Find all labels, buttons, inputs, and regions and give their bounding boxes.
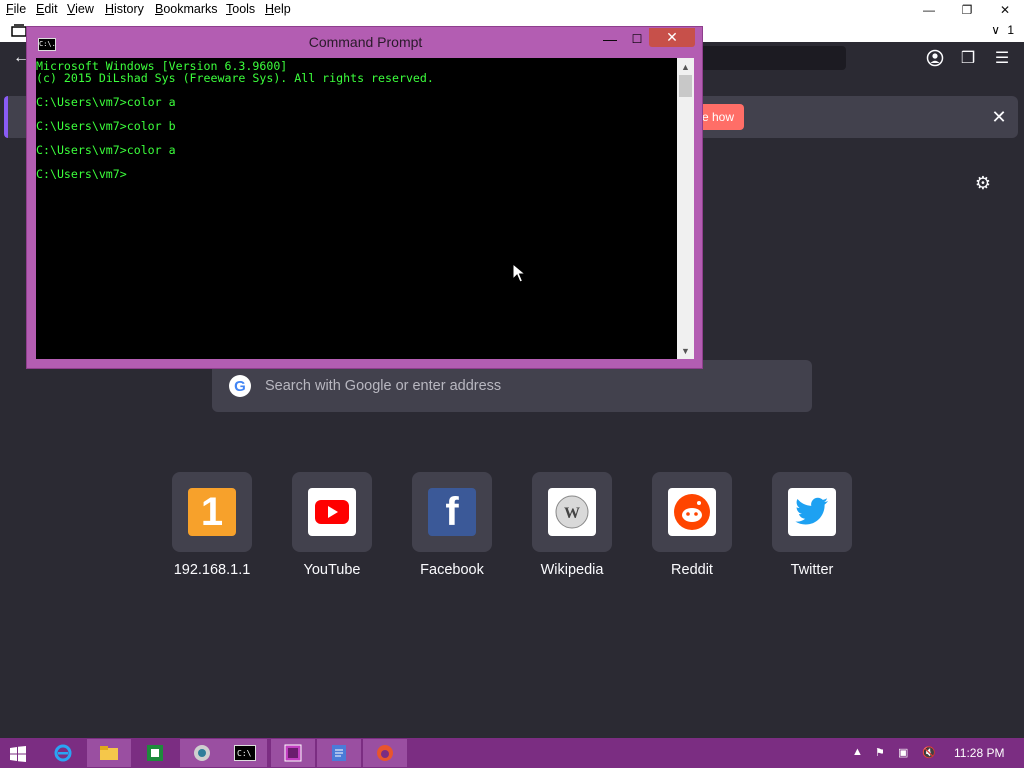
mouse-pointer-icon: [512, 263, 526, 283]
top-site-tile[interactable]: f: [412, 472, 492, 552]
scroll-up-arrow-icon[interactable]: ▲: [677, 58, 694, 75]
spreadsheet-app-icon[interactable]: [133, 739, 177, 767]
system-tool-icon[interactable]: [180, 739, 224, 767]
cmd-close-button[interactable]: ✕: [649, 28, 695, 47]
url-bar[interactable]: [700, 46, 846, 70]
cmd-minimize-button[interactable]: —: [602, 31, 618, 47]
menu-tools[interactable]: Tools: [226, 2, 255, 16]
top-site-twitter[interactable]: Twitter: [772, 472, 852, 578]
command-prompt-window[interactable]: C:\. Command Prompt — ☐ ✕ Microsoft Wind…: [26, 26, 703, 369]
top-site-label: Reddit: [671, 562, 713, 578]
menu-bookmarks[interactable]: Bookmarks: [155, 2, 218, 16]
taskbar-clock[interactable]: 11:28 PM: [954, 746, 1004, 760]
tab-count: 1: [1007, 23, 1014, 37]
menu-view[interactable]: View: [67, 2, 94, 16]
console-scrollbar[interactable]: ▲ ▼: [677, 58, 694, 359]
scroll-thumb[interactable]: [679, 75, 692, 97]
top-site-tile[interactable]: [292, 472, 372, 552]
menu-file[interactable]: File: [6, 2, 26, 16]
tab-list-icon[interactable]: [11, 24, 27, 38]
svg-text:W: W: [564, 505, 580, 522]
top-site-label: 192.168.1.1: [173, 562, 251, 578]
internet-explorer-icon[interactable]: [41, 739, 85, 767]
show-hidden-icons-icon[interactable]: ▲: [852, 746, 863, 758]
purple-app-icon[interactable]: [271, 739, 315, 767]
top-site-label: YouTube: [303, 562, 361, 578]
window-minimize-button[interactable]: —: [910, 0, 948, 20]
command-prompt-taskbar-icon[interactable]: C:\: [223, 739, 267, 767]
extensions-icon[interactable]: ❒: [957, 47, 979, 69]
top-site-192[interactable]: 1 192.168.1.1: [172, 472, 252, 578]
svg-text:C:\: C:\: [237, 749, 252, 758]
action-center-flag-icon[interactable]: ⚑: [875, 746, 885, 759]
console-output[interactable]: Microsoft Windows [Version 6.3.9600] (c)…: [36, 58, 677, 359]
top-site-youtube[interactable]: YouTube: [292, 472, 372, 578]
windows-start-icon[interactable]: [10, 746, 26, 762]
firefox-taskbar-icon[interactable]: [363, 739, 407, 767]
hamburger-menu-icon[interactable]: ☰: [991, 47, 1013, 69]
top-site-reddit[interactable]: Reddit: [652, 472, 732, 578]
twitter-bird-icon: [788, 488, 836, 536]
close-icon[interactable]: ✕: [988, 106, 1010, 128]
top-site-wikipedia[interactable]: W Wikipedia: [532, 472, 612, 578]
notification-accent: [4, 96, 8, 138]
top-site-label: Twitter: [790, 562, 834, 578]
top-site-label: Facebook: [420, 562, 484, 578]
search-placeholder: Search with Google or enter address: [265, 378, 502, 394]
window-close-button[interactable]: ✕: [986, 0, 1024, 20]
top-site-tile[interactable]: W: [532, 472, 612, 552]
network-icon[interactable]: ▣: [898, 746, 908, 759]
facebook-f-icon: f: [428, 488, 476, 536]
top-site-tile[interactable]: [772, 472, 852, 552]
notes-app-icon[interactable]: [317, 739, 361, 767]
scroll-down-arrow-icon[interactable]: ▼: [677, 342, 694, 359]
file-explorer-icon[interactable]: [87, 739, 131, 767]
google-icon: G: [229, 375, 251, 397]
account-icon[interactable]: [924, 47, 946, 69]
menu-edit[interactable]: Edit: [36, 2, 58, 16]
reddit-alien-icon: [668, 488, 716, 536]
console-text: Microsoft Windows [Version 6.3.9600] (c)…: [36, 59, 434, 181]
browser-menubar: File Edit View History Bookmarks Tools H…: [0, 0, 1024, 21]
cmd-maximize-button[interactable]: ☐: [629, 31, 645, 47]
number-one-icon: 1: [188, 488, 236, 536]
menu-help[interactable]: Help: [265, 2, 291, 16]
gear-icon[interactable]: ⚙: [972, 172, 994, 194]
window-restore-button[interactable]: ❐: [948, 0, 986, 20]
top-site-tile[interactable]: 1: [172, 472, 252, 552]
menu-history[interactable]: History: [105, 2, 144, 16]
wikipedia-globe-icon: W: [548, 488, 596, 536]
top-site-label: Wikipedia: [540, 562, 604, 578]
youtube-play-icon: [308, 488, 356, 536]
list-all-tabs-icon[interactable]: ∨: [991, 23, 1000, 37]
top-site-facebook[interactable]: f Facebook: [412, 472, 492, 578]
top-site-tile[interactable]: [652, 472, 732, 552]
volume-muted-icon[interactable]: 🔇: [922, 746, 936, 759]
